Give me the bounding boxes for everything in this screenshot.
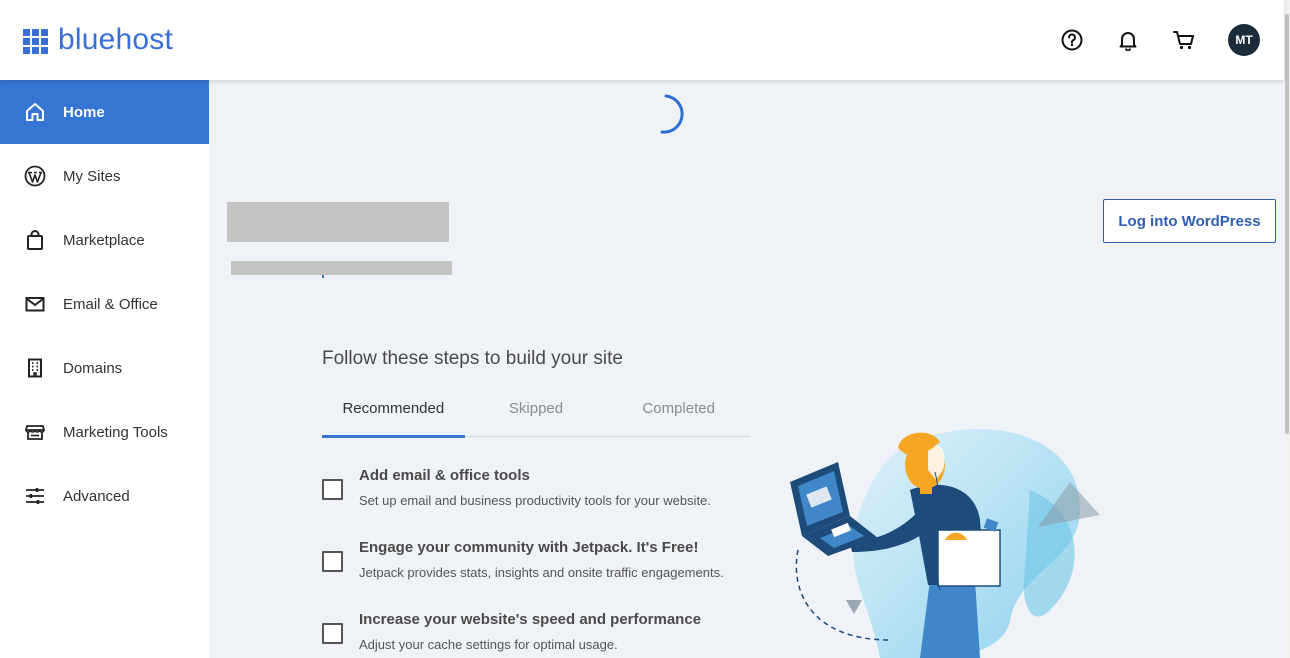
step-checkbox[interactable] (322, 623, 343, 644)
step-checkbox[interactable] (322, 551, 343, 572)
step-checkbox[interactable] (322, 479, 343, 500)
tab-recommended[interactable]: Recommended (322, 392, 465, 438)
envelope-icon (23, 292, 47, 316)
sidebar-item-label: Advanced (63, 487, 130, 505)
page-scrollbar[interactable] (1284, 0, 1290, 658)
step-title: Increase your website's speed and perfor… (359, 611, 702, 628)
sidebar-nav: Home My Sites Marketplace Email & Office… (0, 80, 209, 658)
storefront-icon (23, 420, 47, 444)
tab-completed[interactable]: Completed (607, 392, 750, 436)
step-title: Engage your community with Jetpack. It's… (359, 539, 699, 556)
sidebar-item-label: Marketplace (63, 231, 145, 249)
sidebar-item-email-office[interactable]: Email & Office (0, 272, 209, 336)
user-avatar[interactable]: MT (1228, 24, 1260, 56)
sidebar-item-marketing-tools[interactable]: Marketing Tools (0, 400, 209, 464)
building-icon (23, 356, 47, 380)
sliders-icon (23, 484, 47, 508)
wordpress-icon (23, 164, 47, 188)
scrollbar-thumb[interactable] (1285, 14, 1289, 434)
sidebar-item-label: Domains (63, 359, 123, 377)
sidebar-item-home[interactable]: Home (0, 80, 209, 144)
bluehost-logo[interactable]: bluehost (23, 23, 174, 56)
person-with-laptop-illustration (790, 429, 1100, 658)
steps-tabs: Recommended Skipped Completed (322, 392, 750, 438)
cart-icon[interactable] (1172, 28, 1196, 52)
shopping-bag-icon (23, 228, 47, 252)
sidebar-item-label: My Sites (63, 167, 121, 185)
step-description: Adjust your cache settings for optimal u… (359, 637, 618, 652)
help-icon[interactable] (1060, 28, 1084, 52)
home-icon (23, 100, 47, 124)
sidebar-item-domains[interactable]: Domains (0, 336, 209, 400)
loading-spinner-icon (660, 94, 684, 134)
sidebar-item-label: Email & Office (63, 295, 158, 313)
sidebar-item-label: Home (63, 103, 105, 121)
step-description: Set up email and business productivity t… (359, 493, 711, 508)
sidebar-item-advanced[interactable]: Advanced (0, 464, 209, 528)
redacted-site-title (227, 202, 449, 242)
log-into-wordpress-button[interactable]: Log into WordPress (1103, 199, 1276, 243)
step-title: Add email & office tools (359, 467, 530, 484)
redacted-site-url (231, 261, 452, 275)
logo-text: bluehost (58, 23, 174, 56)
steps-heading: Follow these steps to build your site (322, 348, 623, 369)
logo-grid-icon (23, 28, 48, 54)
bell-icon[interactable] (1116, 28, 1140, 52)
step-description: Jetpack provides stats, insights and ons… (359, 565, 724, 580)
sidebar-item-my-sites[interactable]: My Sites (0, 144, 209, 208)
tab-skipped[interactable]: Skipped (465, 392, 608, 436)
sidebar-item-marketplace[interactable]: Marketplace (0, 208, 209, 272)
sidebar-item-label: Marketing Tools (63, 423, 168, 441)
top-header: bluehost MT (0, 0, 1284, 80)
